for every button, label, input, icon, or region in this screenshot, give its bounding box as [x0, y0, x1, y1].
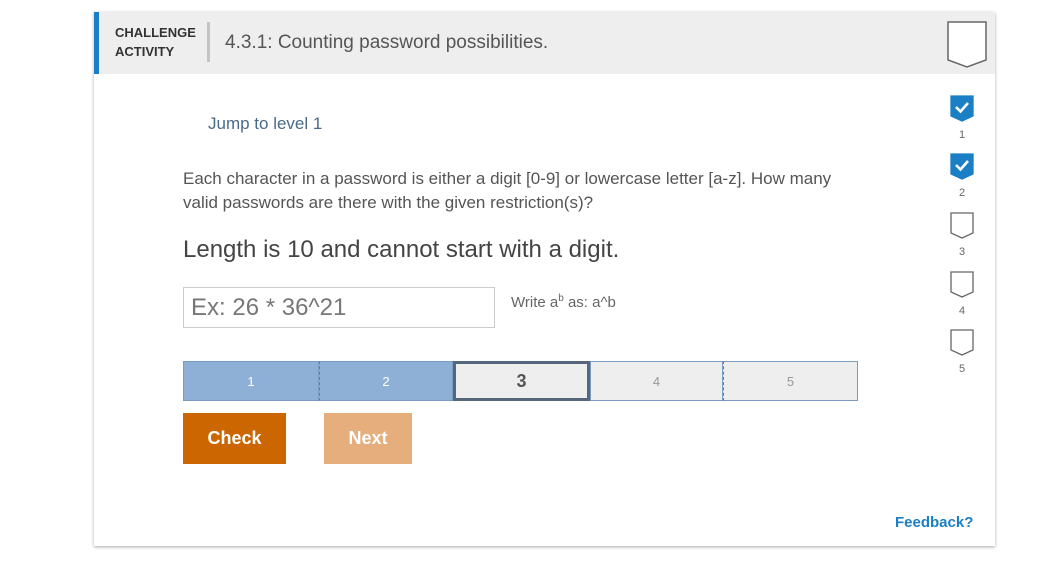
next-button[interactable]: Next — [324, 413, 412, 464]
level-progress-bar: 12345 — [183, 361, 858, 401]
empty-badge-icon — [950, 271, 974, 298]
checked-badge-icon — [950, 153, 974, 180]
restriction-prompt: Length is 10 and cannot start with a dig… — [183, 236, 620, 263]
header-divider — [207, 22, 210, 62]
challenge-activity-card: CHALLENGE ACTIVITY 4.3.1: Counting passw… — [94, 12, 995, 546]
sidebar-level-number: 3 — [958, 246, 966, 258]
sidebar-level-number: 5 — [958, 363, 966, 375]
check-button[interactable]: Check — [183, 413, 286, 464]
level-segment-4[interactable]: 4 — [590, 361, 723, 401]
empty-badge-icon — [950, 212, 974, 239]
answer-input[interactable] — [183, 287, 495, 328]
level-segment-2[interactable]: 2 — [319, 361, 453, 401]
sidebar-level-3[interactable]: 3 — [950, 212, 974, 258]
activity-type-line2: ACTIVITY — [115, 44, 175, 59]
activity-title: 4.3.1: Counting password possibilities. — [225, 32, 549, 53]
checked-badge-icon — [950, 95, 974, 122]
level-segment-1[interactable]: 1 — [183, 361, 319, 401]
activity-header: CHALLENGE ACTIVITY 4.3.1: Counting passw… — [94, 12, 995, 74]
sidebar-level-4[interactable]: 4 — [950, 271, 974, 317]
sidebar-level-number: 1 — [958, 129, 966, 141]
format-hint: Write ab as: a^b — [511, 293, 616, 311]
jump-to-level-link[interactable]: Jump to level 1 — [208, 114, 322, 134]
empty-badge-icon — [950, 329, 974, 356]
sidebar-level-number: 4 — [958, 305, 966, 317]
sidebar-level-5[interactable]: 5 — [950, 329, 974, 375]
completion-badge-icon — [947, 21, 987, 68]
feedback-link[interactable]: Feedback? — [895, 514, 973, 531]
level-segment-3[interactable]: 3 — [453, 361, 590, 401]
sidebar-level-1[interactable]: 1 — [950, 95, 974, 141]
activity-type-label: CHALLENGE ACTIVITY — [115, 23, 196, 61]
level-segment-5[interactable]: 5 — [723, 361, 858, 401]
hint-prefix: Write a — [511, 294, 559, 311]
question-text: Each character in a password is either a… — [183, 169, 832, 212]
sidebar-level-2[interactable]: 2 — [950, 153, 974, 199]
sidebar-level-number: 2 — [958, 187, 966, 199]
activity-type-line1: CHALLENGE — [115, 25, 196, 40]
hint-suffix: as: a^b — [563, 294, 616, 311]
